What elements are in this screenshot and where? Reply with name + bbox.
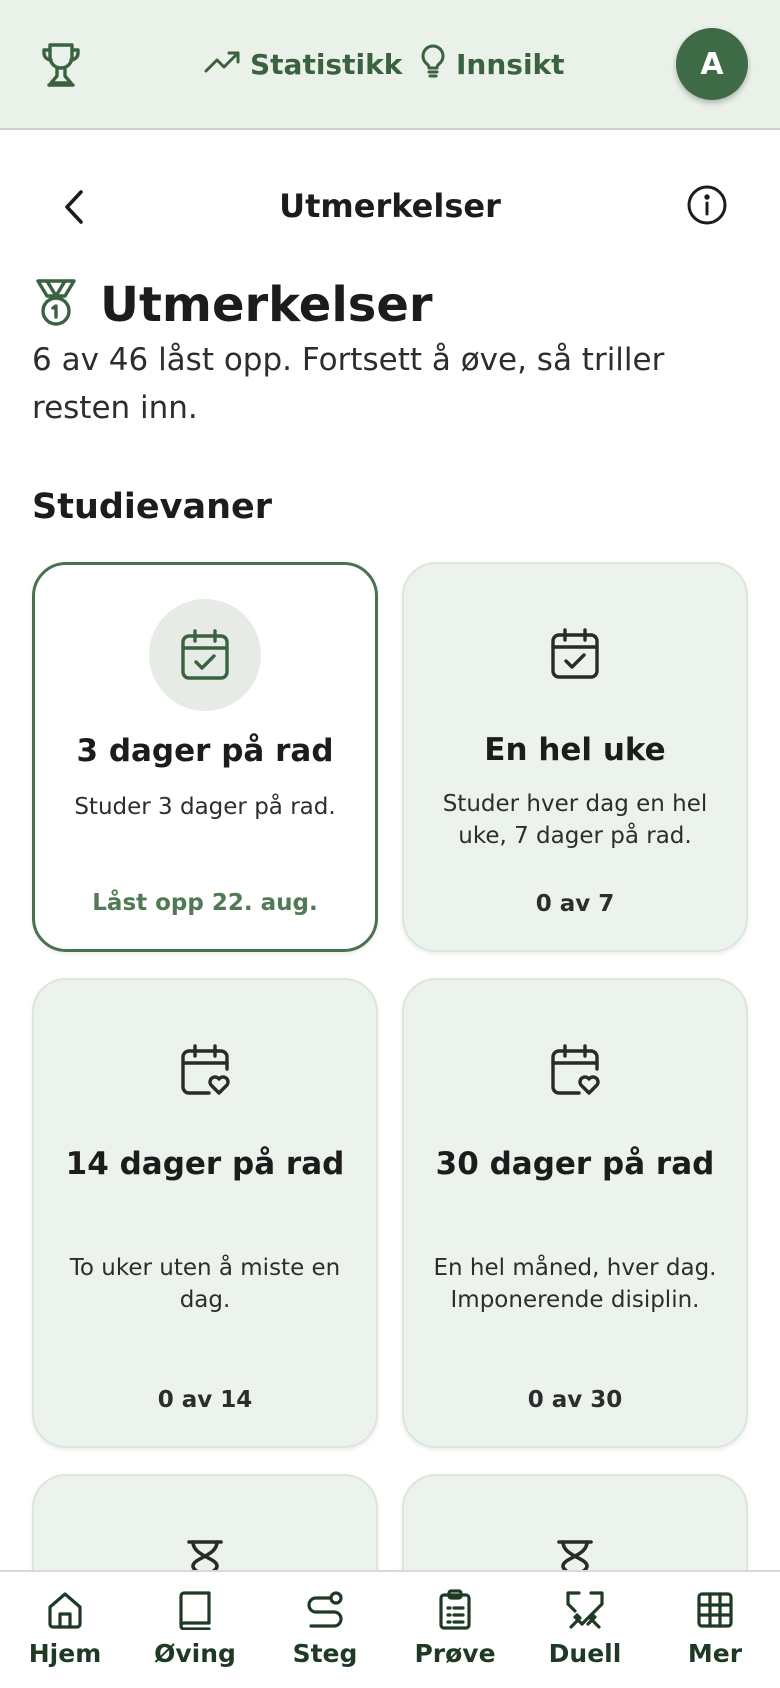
calendar-check-icon <box>519 598 631 710</box>
achievement-card[interactable]: 3 dager på rad Studer 3 dager på rad. Lå… <box>32 562 378 952</box>
card-status: 0 av 7 <box>535 891 615 917</box>
nav-steps[interactable]: Steg <box>260 1572 390 1688</box>
page-subtitle: 6 av 46 låst opp. Fortsett å øve, så tri… <box>32 342 665 426</box>
nav-home[interactable]: Hjem <box>0 1572 130 1688</box>
card-description: To uker uten å miste en dag. <box>69 1255 341 1313</box>
nav-home-label: Hjem <box>28 1639 102 1668</box>
info-button[interactable] <box>684 182 730 228</box>
calendar-heart-icon <box>519 1014 631 1126</box>
info-icon <box>687 185 727 225</box>
nav-insight[interactable]: Innsikt <box>420 44 565 84</box>
card-title: 14 dager på rad <box>65 1146 345 1182</box>
bottom-nav: Hjem Øving Steg Prøve Duell Mer <box>0 1570 780 1688</box>
nav-statistics-label: Statistikk <box>250 47 403 81</box>
nav-test[interactable]: Prøve <box>390 1572 520 1688</box>
card-status: 0 av 30 <box>527 1387 623 1413</box>
top-bar: Statistikk Innsikt A <box>0 0 780 130</box>
nav-test-label: Prøve <box>414 1639 496 1668</box>
achievement-card[interactable]: 14 dager på rad To uker uten å miste en … <box>32 978 378 1448</box>
nav-practice[interactable]: Øving <box>130 1572 260 1688</box>
card-status: 0 av 14 <box>157 1387 253 1413</box>
nav-more-label: Mer <box>687 1639 743 1668</box>
book-icon <box>173 1588 217 1632</box>
card-title: 30 dager på rad <box>435 1146 715 1182</box>
grid-icon <box>693 1588 737 1632</box>
nav-insight-label: Innsikt <box>456 47 565 81</box>
calendar-check-icon <box>149 599 261 711</box>
route-icon <box>303 1588 347 1632</box>
achievement-card[interactable]: En hel uke Studer hver dag en hel uke, 7… <box>402 562 748 952</box>
achievement-card[interactable]: 30 dager på rad En hel måned, hver dag. … <box>402 978 748 1448</box>
lightbulb-icon <box>420 43 446 86</box>
card-status: Låst opp 22. aug. <box>92 890 318 916</box>
nav-steps-label: Steg <box>292 1639 358 1668</box>
calendar-heart-icon <box>149 1014 261 1126</box>
section-title: Studievaner <box>32 487 272 527</box>
page-title: Utmerkelser <box>279 187 501 225</box>
heading-row: Utmerkelser <box>32 276 433 334</box>
medal-icon <box>32 278 80 332</box>
nav-statistics[interactable]: Statistikk <box>204 44 402 84</box>
nav-duel-label: Duell <box>548 1639 622 1668</box>
page-heading: Utmerkelser <box>100 277 433 333</box>
nav-duel[interactable]: Duell <box>520 1572 650 1688</box>
home-icon <box>43 1588 87 1632</box>
trending-up-icon <box>204 48 240 81</box>
card-description: En hel måned, hver dag. Imponerende disi… <box>433 1255 717 1313</box>
swords-icon <box>563 1588 607 1632</box>
nav-more[interactable]: Mer <box>650 1572 780 1688</box>
card-description: Studer hver dag en hel uke, 7 dager på r… <box>442 791 708 849</box>
card-description: Studer 3 dager på rad. <box>74 794 336 820</box>
nav-practice-label: Øving <box>154 1639 236 1668</box>
card-title: 3 dager på rad <box>76 733 334 769</box>
card-title: En hel uke <box>484 732 666 768</box>
clipboard-icon <box>433 1588 477 1632</box>
avatar[interactable]: A <box>676 28 748 100</box>
trophy-icon[interactable] <box>36 38 86 92</box>
